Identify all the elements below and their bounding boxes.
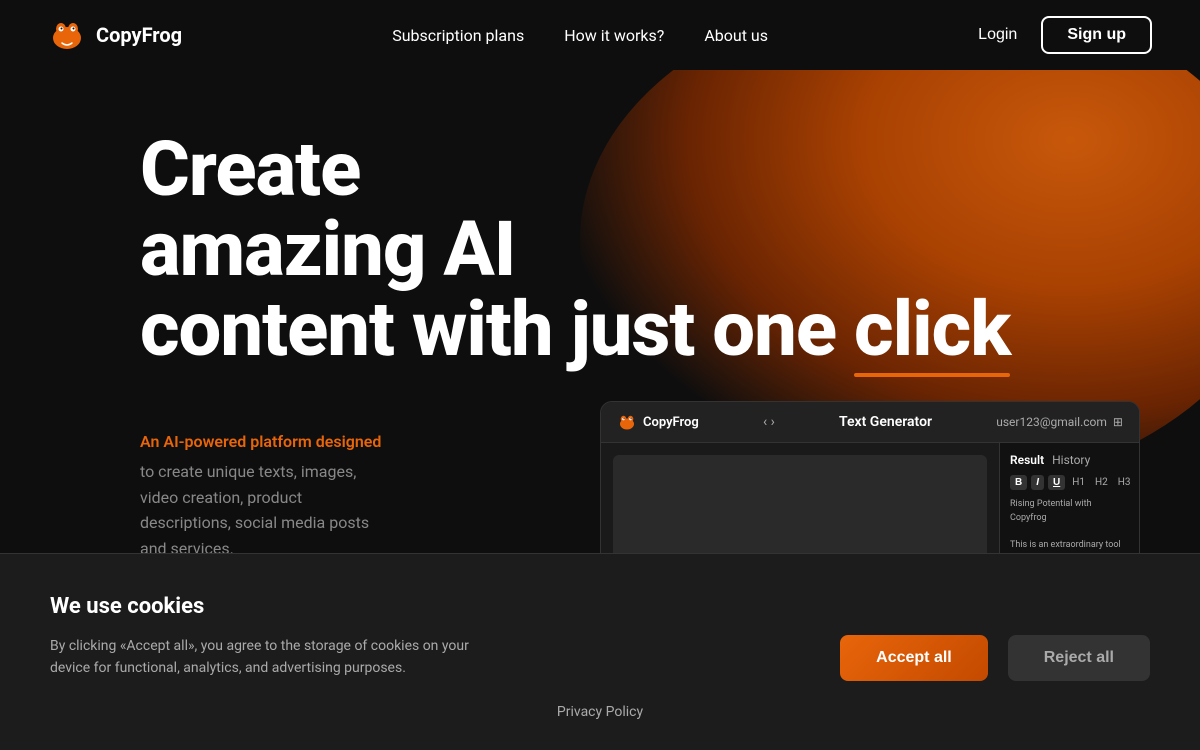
nav-about-us[interactable]: About us <box>704 26 768 45</box>
cookie-reject-button[interactable]: Reject all <box>1008 635 1150 681</box>
app-preview-body: Result History B I U H1 H2 H3 Rising Pot… <box>601 443 1139 561</box>
sidebar-toolbar: B I U H1 H2 H3 <box>1010 475 1129 490</box>
hero-section: Create amazing AI content with just one … <box>0 70 1200 561</box>
main-nav: Subscription plans How it works? About u… <box>392 26 768 45</box>
app-preview-main <box>601 443 999 561</box>
cookie-accept-button[interactable]: Accept all <box>840 635 988 681</box>
app-preview-user: user123@gmail.com ⊞ <box>996 415 1123 429</box>
login-button[interactable]: Login <box>978 26 1017 44</box>
cookie-footer: Privacy Policy <box>50 701 1150 720</box>
sidebar-tab-result[interactable]: Result <box>1010 453 1044 467</box>
logo-text: CopyFrog <box>96 23 182 47</box>
signup-button[interactable]: Sign up <box>1041 16 1152 54</box>
hero-sub-highlight: An AI-powered platform designed <box>140 429 660 455</box>
cookie-body: By clicking «Accept all», you agree to t… <box>50 635 1150 681</box>
hero-title: Create amazing AI content with just one … <box>140 130 1200 369</box>
toolbar-h2[interactable]: H2 <box>1092 475 1111 490</box>
app-preview-email: user123@gmail.com <box>996 415 1107 429</box>
cookie-title: We use cookies <box>50 594 1150 619</box>
app-preview-card: CopyFrog ‹ › Text Generator user123@gmai… <box>600 401 1140 561</box>
cookie-actions: Accept all Reject all <box>840 635 1150 681</box>
app-preview-title: Text Generator <box>839 414 932 430</box>
nav-subscription-plans[interactable]: Subscription plans <box>392 26 524 45</box>
app-preview-sidebar: Result History B I U H1 H2 H3 Rising Pot… <box>999 443 1139 561</box>
app-preview-logo: CopyFrog <box>617 412 699 432</box>
app-preview-nav-arrows[interactable]: ‹ › <box>763 414 775 430</box>
cookie-banner: We use cookies By clicking «Accept all»,… <box>0 553 1200 750</box>
hero-title-accent: click <box>854 290 1010 370</box>
app-preview-frog-icon <box>617 412 637 432</box>
sidebar-tab-history[interactable]: History <box>1052 453 1090 467</box>
sidebar-preview-text: Rising Potential with Copyfrog This is a… <box>1010 498 1129 561</box>
copyfrog-logo-icon <box>48 16 86 54</box>
app-preview-header: CopyFrog ‹ › Text Generator user123@gmai… <box>601 402 1139 443</box>
logo[interactable]: CopyFrog <box>48 16 182 54</box>
nav-how-it-works[interactable]: How it works? <box>564 26 664 45</box>
hero-sub: An AI-powered platform designed to creat… <box>140 429 660 561</box>
toolbar-h3[interactable]: H3 <box>1115 475 1134 490</box>
toolbar-bold[interactable]: B <box>1010 475 1027 490</box>
sidebar-tabs: Result History <box>1010 453 1129 467</box>
hero-title-line3-prefix: content with just one <box>140 284 854 374</box>
privacy-policy-link[interactable]: Privacy Policy <box>557 704 643 720</box>
auth-area: Login Sign up <box>978 16 1152 54</box>
app-preview-logo-text: CopyFrog <box>643 415 699 430</box>
app-preview-user-icon: ⊞ <box>1113 415 1123 429</box>
toolbar-h1[interactable]: H1 <box>1069 475 1088 490</box>
hero-sub-text: to create unique texts, images,video cre… <box>140 459 660 561</box>
hero-title-line2: amazing AI <box>140 204 515 294</box>
cookie-description: By clicking «Accept all», you agree to t… <box>50 635 490 680</box>
toolbar-underline[interactable]: U <box>1048 475 1065 490</box>
toolbar-italic[interactable]: I <box>1031 475 1044 490</box>
hero-title-line1: Create <box>140 124 360 214</box>
